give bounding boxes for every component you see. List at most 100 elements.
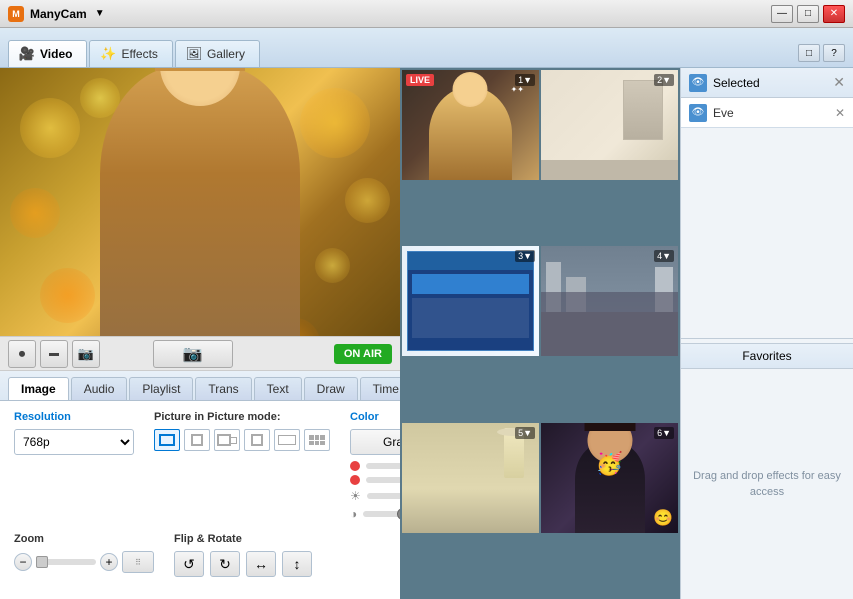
snapshot-icon: 📷	[78, 346, 94, 362]
help-button[interactable]: ?	[823, 44, 845, 62]
bottom-tabs: Image Audio Playlist Trans Text Draw Tim…	[0, 371, 400, 401]
thumb1-live-badge: LIVE	[406, 74, 434, 86]
selected-item-eve: 👁 Eve ✕	[681, 98, 853, 128]
zoom-group: Zoom − + ⠿	[14, 533, 154, 577]
settings-row-2: Zoom − + ⠿ Flip & Rotate ↺ ↻	[14, 533, 386, 577]
red-dot	[350, 461, 360, 471]
left-section: ⏺ ▬ 📷 📷 ON AIR Image Audio Playlist Tran…	[0, 68, 400, 599]
capture-button[interactable]: 📷	[153, 340, 233, 368]
zoom-label: Zoom	[14, 533, 154, 545]
pip-btn-1[interactable]	[154, 429, 180, 451]
thumbnail-5[interactable]: 5▼	[402, 423, 539, 533]
tab-image[interactable]: Image	[8, 377, 69, 400]
pip-shape-2	[191, 434, 203, 446]
favorites-header: Favorites	[681, 343, 853, 369]
thumb2-furniture	[623, 80, 663, 140]
tab-playlist[interactable]: Playlist	[129, 377, 193, 400]
flip-v-button[interactable]: ↕	[282, 551, 312, 577]
pip-btn-3[interactable]	[214, 429, 240, 451]
thumb1-number: 1▼	[515, 74, 535, 86]
drag-drop-text: Drag and drop effects for easy access	[691, 468, 843, 501]
thumb5-number: 5▼	[515, 427, 535, 439]
pip-shape-6	[309, 435, 325, 445]
video-bottom-section: Image Audio Playlist Trans Text Draw Tim…	[0, 371, 400, 599]
thumbnail-2[interactable]: 2▼	[541, 70, 678, 180]
selected-item-remove-button[interactable]: ✕	[835, 106, 845, 120]
resolution-group: Resolution 768p 480p 720p 1080p	[14, 411, 134, 521]
pip-shape-3	[217, 434, 237, 446]
gallery-tab-icon: 🖼	[186, 46, 202, 62]
red2-dot	[350, 475, 360, 485]
camera-icon: ▬	[49, 348, 59, 359]
tab-video[interactable]: 🎥 Video	[8, 40, 87, 67]
favorites-divider: Favorites	[681, 338, 853, 369]
thumb2-number: 2▼	[654, 74, 674, 86]
rotate-cw-button[interactable]: ↻	[210, 551, 240, 577]
record-button[interactable]: ⏺	[8, 340, 36, 368]
main-tabs: 🎥 Video ✨ Effects 🖼 Gallery	[8, 40, 260, 67]
tab-draw[interactable]: Draw	[304, 377, 358, 400]
bokeh-4	[10, 188, 60, 238]
video-preview[interactable]	[0, 68, 400, 336]
video-tab-label: Video	[40, 47, 72, 61]
selected-close-button[interactable]: ✕	[833, 74, 845, 91]
thumb6-emoji-glasses: 🥳	[596, 451, 623, 477]
zoom-plus-button[interactable]: +	[100, 553, 118, 571]
close-button[interactable]: ✕	[823, 5, 845, 23]
thumb3-number: 3▼	[515, 250, 535, 262]
maximize-button[interactable]: □	[797, 5, 819, 23]
right-panel: 👁 Selected ✕ 👁 Eve ✕ Favorites Drag and …	[680, 68, 853, 599]
titlebar: M ManyCam ▼ — □ ✕	[0, 0, 853, 28]
record-icon: ⏺	[19, 346, 26, 362]
thumb3-window	[412, 274, 529, 294]
app-icon: M	[8, 6, 24, 22]
person-head	[160, 68, 240, 106]
rotate-ccw-button[interactable]: ↺	[174, 551, 204, 577]
pip-btn-2[interactable]	[184, 429, 210, 451]
main-tabbar: 🎥 Video ✨ Effects 🖼 Gallery □ ?	[0, 28, 853, 68]
selected-empty-space	[681, 128, 853, 338]
resolution-select[interactable]: 768p 480p 720p 1080p	[14, 429, 134, 455]
zoom-slider[interactable]	[36, 559, 96, 565]
tab-trans[interactable]: Trans	[195, 377, 251, 400]
app-menu-arrow[interactable]: ▼	[95, 8, 105, 19]
pip-group: Picture in Picture mode:	[154, 411, 330, 521]
window-controls: — □ ✕	[771, 5, 845, 23]
tab-gallery[interactable]: 🖼 Gallery	[175, 40, 260, 67]
selected-item-icon: 👁	[689, 104, 707, 122]
thumb4-crowd	[541, 292, 678, 312]
tab-effects[interactable]: ✨ Effects	[89, 40, 172, 67]
bokeh-7	[315, 248, 350, 283]
on-air-button[interactable]: ON AIR	[334, 344, 392, 364]
bokeh-5	[345, 178, 390, 223]
thumbnail-4[interactable]: 4▼	[541, 246, 678, 356]
thumbnail-1[interactable]: ✦✦ LIVE 1▼	[402, 70, 539, 180]
flip-h-button[interactable]: ↔	[246, 551, 276, 577]
thumbnail-6[interactable]: 🥳 😊 6▼	[541, 423, 678, 533]
thumbnail-3[interactable]: 3▼	[402, 246, 539, 356]
pip-btn-5[interactable]	[274, 429, 300, 451]
gallery-tab-label: Gallery	[207, 47, 245, 61]
pip-btn-4[interactable]	[244, 429, 270, 451]
zoom-handle[interactable]: ⠿	[122, 551, 154, 573]
settings-row-1: Resolution 768p 480p 720p 1080p Picture …	[14, 411, 386, 521]
tab-audio[interactable]: Audio	[71, 377, 128, 400]
zoom-minus-button[interactable]: −	[14, 553, 32, 571]
pip-btn-6[interactable]	[304, 429, 330, 451]
thumb1-sparkle: ✦✦	[511, 85, 524, 94]
contrast-icon: ◑	[350, 507, 357, 521]
bokeh-3	[300, 88, 370, 158]
flip-label: Flip & Rotate	[174, 533, 312, 545]
restore-button[interactable]: □	[798, 44, 820, 62]
thumb6-number: 6▼	[654, 427, 674, 439]
flip-buttons: ↺ ↻ ↔ ↕	[174, 551, 312, 577]
camera-mode-button[interactable]: ▬	[40, 340, 68, 368]
thumb4-ground	[541, 312, 678, 356]
selected-header-left: 👁 Selected	[689, 74, 760, 92]
settings-panel: Resolution 768p 480p 720p 1080p Picture …	[0, 401, 400, 599]
effects-tab-icon: ✨	[100, 46, 116, 62]
minimize-button[interactable]: —	[771, 5, 793, 23]
snapshot-button[interactable]: 📷	[72, 340, 100, 368]
thumb6-smiley: 😊	[653, 508, 673, 528]
tab-text[interactable]: Text	[254, 377, 302, 400]
